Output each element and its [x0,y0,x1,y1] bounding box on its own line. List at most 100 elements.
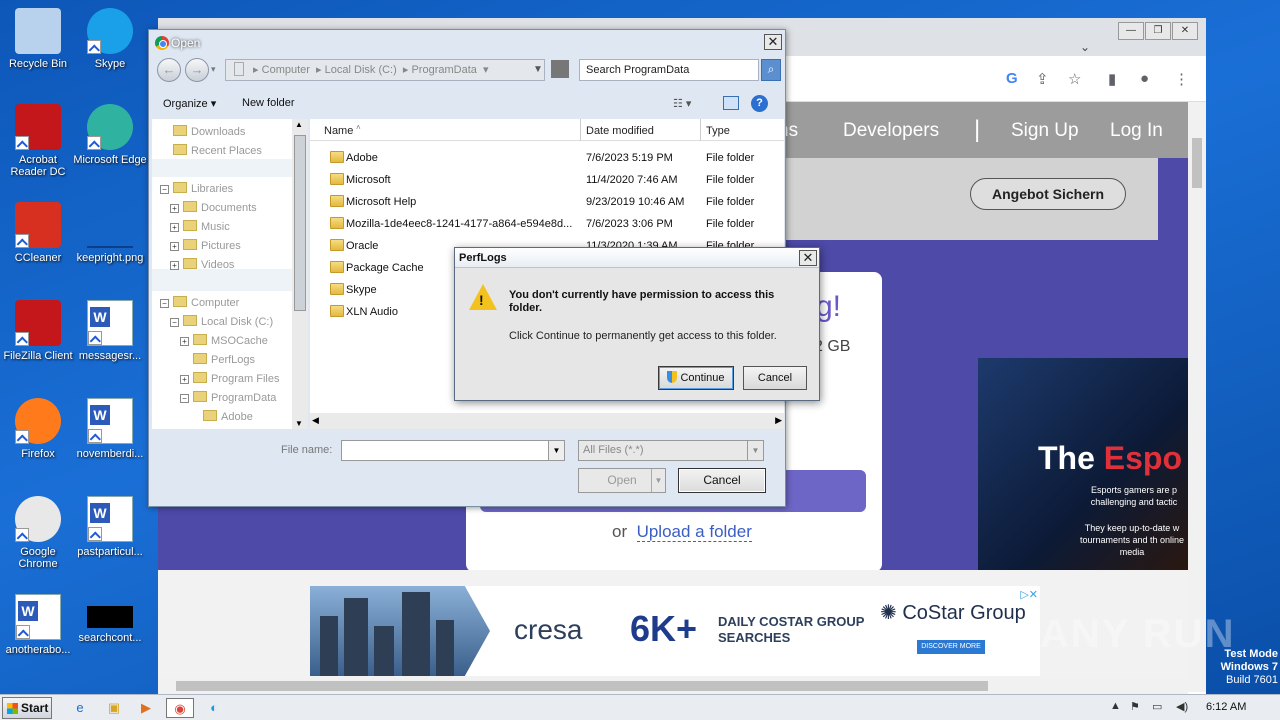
expander-icon[interactable]: + [180,375,189,384]
continue-button[interactable]: Continue [658,366,734,390]
desktop-icon[interactable]: Wpastparticul... [72,496,148,558]
expander-icon[interactable]: + [180,337,189,346]
view-options-icon[interactable]: ☷ ▾ [673,97,691,110]
refresh-icon[interactable] [551,60,569,78]
action-center-icon[interactable]: ⚑ [1130,700,1140,713]
new-folder-button[interactable]: New folder [242,97,295,109]
nav-item-local-disk-c[interactable]: − Local Disk (C:) [170,315,273,328]
column-name[interactable]: Name [324,125,353,137]
maximize-button[interactable]: ❐ [1145,22,1171,40]
ad-close-icon[interactable]: ▷✕ [1020,588,1038,601]
expander-icon[interactable]: − [170,318,179,327]
nav-item-perflogs[interactable]: PerfLogs [180,353,255,366]
file-row[interactable]: Microsoft Help 9/23/2019 10:46 AM File fol… [310,191,784,213]
column-type[interactable]: Type [706,125,730,137]
file-name-dropdown-icon[interactable]: ▼ [548,441,564,460]
search-input[interactable]: Search ProgramData [579,59,759,81]
preview-pane-icon[interactable] [723,96,739,110]
star-icon[interactable]: ☆ [1068,70,1081,88]
desktop-icon[interactable]: Acrobat Reader DC [0,104,76,178]
desktop-icon[interactable]: keepright.png [72,202,148,264]
nav-item-msocache[interactable]: + MSOCache [180,334,268,347]
desktop-icon[interactable]: Google Chrome [0,496,76,570]
cancel-button[interactable]: Cancel [678,468,766,493]
nav-item-pictures[interactable]: + Pictures [170,239,241,252]
nav-item-videos[interactable]: + Videos [170,258,234,271]
tab-list-chevron-icon[interactable]: ⌄ [1080,40,1090,54]
file-list-horizontal-scrollbar[interactable]: ◀ ▶ [310,413,784,429]
breadcrumb-local-disk[interactable]: Local Disk (C:) [325,64,397,76]
nav-item-program-files[interactable]: + Program Files [180,372,279,385]
desktop-icon[interactable]: Wanotherabo... [0,594,76,656]
chrome-taskbar-icon[interactable]: ◉ [166,698,194,718]
upload-folder-link[interactable]: Upload a folder [636,522,752,542]
media-player-taskbar-icon[interactable]: ▶ [132,698,160,718]
nav-item-documents[interactable]: + Documents [170,201,257,214]
start-button[interactable]: Start [2,697,52,719]
open-split-dropdown-icon[interactable]: ▼ [651,469,665,492]
expander-icon[interactable]: + [170,223,179,232]
esports-ad[interactable]: The Espo Esports gamers are p challengin… [978,358,1188,570]
nav-item-downloads[interactable]: Downloads [160,125,245,138]
desktop-icon[interactable]: FileZilla Client [0,300,76,362]
nav-item-programdata[interactable]: − ProgramData [180,391,276,404]
google-icon[interactable]: G [1006,70,1018,87]
desktop-icon[interactable]: CCleaner [0,202,76,264]
sidepanel-icon[interactable]: ▮ [1108,70,1116,88]
file-row[interactable]: Mozilla-1de4eec8-1241-4177-a864-e594e8d.… [310,213,784,235]
expander-icon[interactable]: − [160,299,169,308]
breadcrumb-dropdown-icon[interactable]: ▼ [533,64,543,75]
permission-dialog-close-button[interactable]: ✕ [799,250,817,266]
desktop-icon[interactable]: Wmessagesr... [72,300,148,362]
nav-link-signup[interactable]: Sign Up [1011,120,1079,142]
close-button[interactable]: ✕ [1172,22,1198,40]
nav-link-login[interactable]: Log In [1110,120,1163,142]
minimize-button[interactable]: — [1118,22,1144,40]
expander-icon[interactable]: + [170,204,179,213]
navigation-pane-scrollbar[interactable]: ▲ ▼ [292,119,308,429]
tray-expand-icon[interactable]: ▲ [1110,700,1121,712]
browser-vertical-scrollbar[interactable] [1188,102,1206,692]
help-icon[interactable]: ? [751,95,768,112]
network-icon[interactable]: ▭ [1152,700,1162,713]
expander-icon[interactable]: − [160,185,169,194]
file-row[interactable]: Microsoft 11/4/2020 7:46 AM File folder [310,169,784,191]
file-row[interactable]: Adobe 7/6/2023 5:19 PM File folder [310,147,784,169]
open-dialog-close-button[interactable]: ✕ [764,34,782,50]
open-button[interactable]: Open ▼ [578,468,666,493]
search-icon[interactable]: ⌕ [761,59,781,81]
permission-cancel-button[interactable]: Cancel [743,366,807,390]
expander-icon[interactable]: + [170,242,179,251]
explorer-taskbar-icon[interactable]: ▣ [100,698,128,718]
column-date-modified[interactable]: Date modified [586,125,654,137]
expander-icon[interactable]: − [180,394,189,403]
file-name-input[interactable]: ▼ [341,440,565,461]
discover-more-button[interactable]: DISCOVER MORE [917,640,985,654]
recent-pages-chevron-icon[interactable]: ▾ [211,64,216,75]
nav-link-developers[interactable]: Developers [843,120,939,142]
desktop-icon[interactable]: searchcont... [72,594,148,644]
organize-button[interactable]: Organize ▾ [163,97,216,110]
nav-item-music[interactable]: + Music [170,220,230,233]
profile-icon[interactable]: ● [1140,70,1149,87]
edge-taskbar-icon[interactable]: ◐ [200,698,228,718]
desktop-icon[interactable]: Skype [72,8,148,70]
desktop-icon[interactable]: Recycle Bin [0,8,76,70]
nav-item-libraries[interactable]: − Libraries [160,182,233,195]
nav-item-adobe[interactable]: Adobe [190,410,253,423]
file-type-dropdown-icon[interactable]: ▼ [747,441,763,460]
nav-item-recent-places[interactable]: Recent Places [160,144,262,157]
desktop-icon[interactable]: Wnovemberdi... [72,398,148,460]
breadcrumb-programdata[interactable]: ProgramData [411,64,476,76]
file-type-select[interactable]: All Files (*.*) ▼ [578,440,764,461]
desktop-icon[interactable]: Microsoft Edge [72,104,148,166]
clock[interactable]: 6:12 AM [1206,701,1246,713]
back-icon[interactable]: ← [157,58,181,82]
browser-horizontal-scrollbar[interactable] [158,678,1188,694]
nav-item-computer[interactable]: − Computer [160,296,239,309]
share-icon[interactable]: ⇪ [1036,70,1049,88]
volume-icon[interactable]: ◀) [1176,700,1188,713]
breadcrumb[interactable]: ▸ Computer ▸ Local Disk (C:) ▸ ProgramDa… [225,59,545,81]
desktop-icon[interactable]: Firefox [0,398,76,460]
breadcrumb-computer[interactable]: Computer [262,64,310,76]
